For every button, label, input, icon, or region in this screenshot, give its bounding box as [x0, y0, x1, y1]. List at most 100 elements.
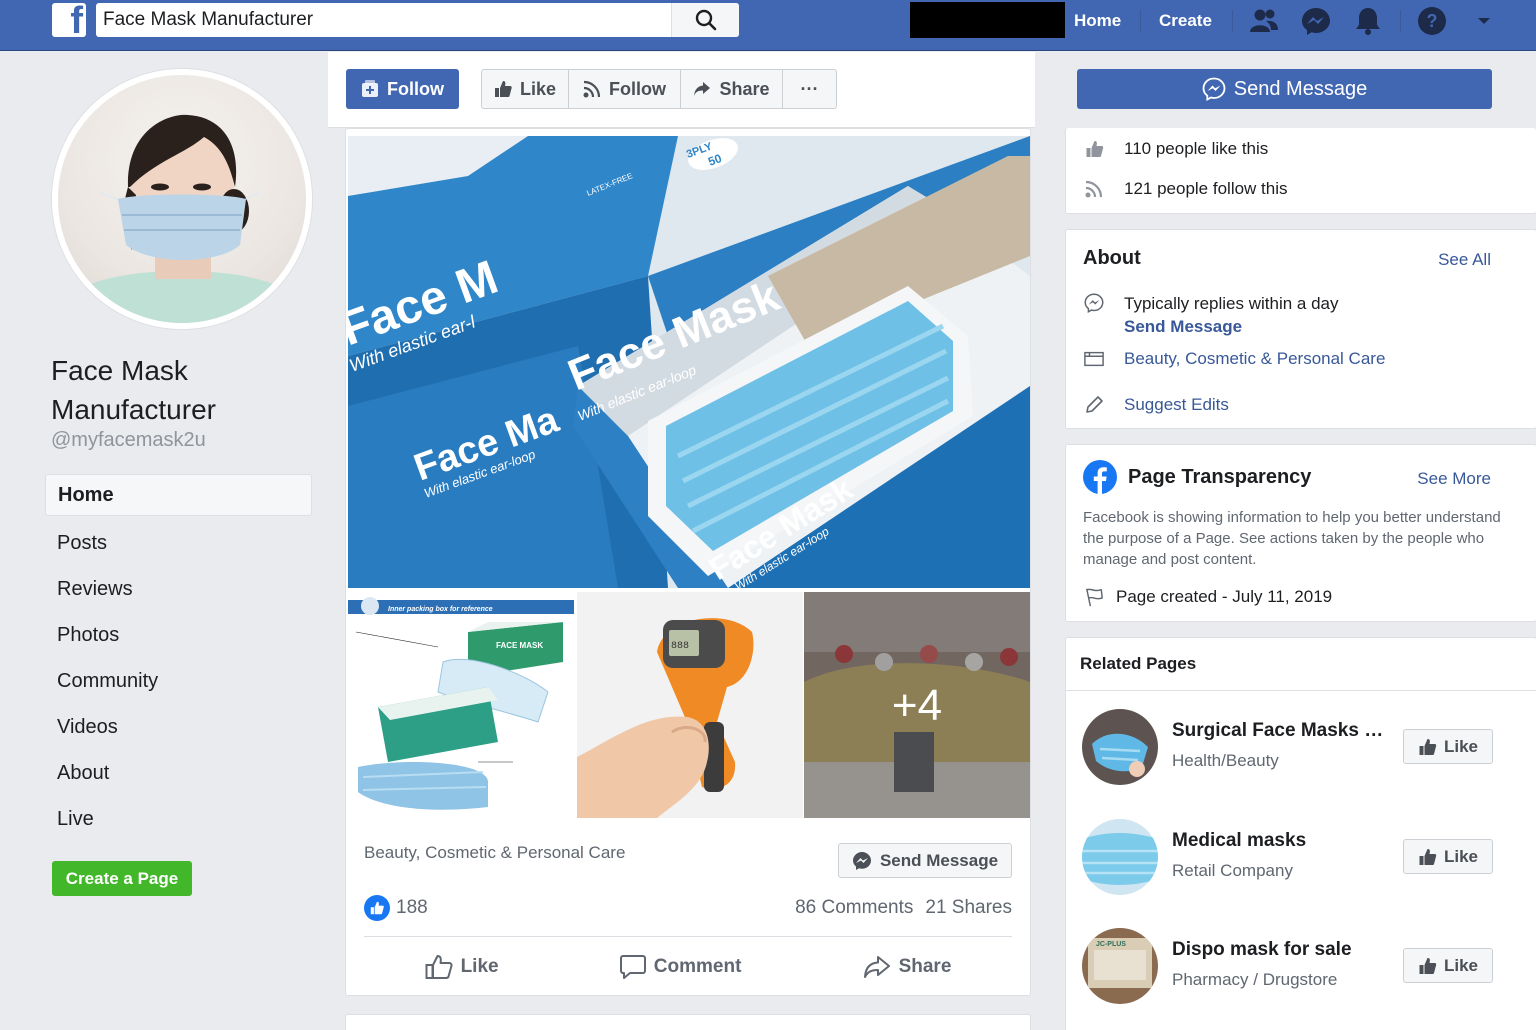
page-actions-group: Like Follow Share ··· [481, 69, 837, 109]
related-page-name[interactable]: Surgical Face Masks Ma... [1172, 720, 1398, 742]
post-card: Face Mask With elastic ear-loop Face M W… [345, 128, 1031, 996]
category-row: Beauty, Cosmetic & Personal Care [1084, 349, 1385, 369]
post-share-label: Share [898, 956, 952, 977]
related-page-item[interactable]: Medical masks Retail Company Like [1082, 819, 1522, 895]
messenger-icon[interactable] [1299, 4, 1333, 38]
post-divider [364, 936, 1012, 937]
page-side-navigation: Home Posts Reviews Photos Community Vide… [45, 474, 312, 842]
suggest-edits-link[interactable]: Suggest Edits [1124, 395, 1229, 415]
share-page-button[interactable]: Share [681, 70, 783, 108]
post-photo-thumbnail-thermometer[interactable]: 888 [577, 592, 803, 818]
search-box [96, 3, 739, 37]
related-page-like-button[interactable]: Like [1403, 948, 1493, 983]
related-page-avatar[interactable]: JC-PLUS [1082, 928, 1158, 1004]
packing-banner-text: Inner packing box for reference [388, 606, 493, 613]
transparency-description: Facebook is showing information to help … [1083, 509, 1501, 568]
category-link[interactable]: Beauty, Cosmetic & Personal Care [1124, 349, 1385, 369]
factory-workers-illustration: +4 [804, 592, 1030, 818]
post-like-button[interactable]: Like [425, 954, 499, 980]
side-nav-live[interactable]: Live [45, 796, 312, 842]
facebook-logo-icon[interactable]: f [52, 3, 86, 37]
send-message-button[interactable]: Send Message [1077, 69, 1492, 109]
follow-primary-label: Follow [387, 78, 444, 99]
reactions-summary[interactable]: 188 [364, 895, 428, 921]
follows-summary-text[interactable]: 121 people follow this [1124, 179, 1288, 199]
account-menu-chevron-icon[interactable] [1467, 4, 1501, 38]
help-icon[interactable]: ? [1415, 4, 1449, 38]
related-page-name[interactable]: Medical masks [1172, 830, 1398, 852]
related-page-item[interactable]: Surgical Face Masks Ma... Health/Beauty … [1082, 709, 1522, 785]
about-see-all-link[interactable]: See All [1438, 250, 1491, 270]
like-page-button[interactable]: Like [482, 70, 569, 108]
rss-follow-icon [1084, 180, 1104, 198]
post-category-label[interactable]: Beauty, Cosmetic & Personal Care [364, 843, 625, 863]
related-pages-card: Related Pages Surgical Face Masks Ma... … [1065, 637, 1536, 1030]
nav-divider [1232, 10, 1233, 32]
page-username[interactable]: @myfacemask2u [51, 429, 206, 452]
redacted-profile-area [910, 2, 1065, 38]
flag-icon [1084, 586, 1104, 608]
thumbs-up-icon [1419, 848, 1437, 865]
post-engagement-stats: 86 Comments 21 Shares [795, 897, 1012, 919]
about-send-message-link[interactable]: Send Message [1124, 317, 1242, 336]
side-nav-home[interactable]: Home [45, 474, 312, 516]
side-nav-videos[interactable]: Videos [45, 704, 312, 750]
page-transparency-card: Page Transparency See More Facebook is s… [1065, 444, 1536, 622]
transparency-see-more-link[interactable]: See More [1417, 469, 1491, 489]
response-time-row: Typically replies within a day Send Mess… [1084, 292, 1338, 338]
follow-primary-button[interactable]: Follow [346, 69, 459, 109]
post-send-message-button[interactable]: Send Message [838, 843, 1012, 878]
post-photo-thumbnail-packing[interactable]: Inner packing box for reference FACE MAS… [348, 592, 574, 818]
create-page-button[interactable]: Create a Page [52, 861, 192, 896]
nav-home-link[interactable]: Home [1074, 11, 1121, 31]
thumbs-up-icon [494, 81, 512, 97]
share-arrow-outline-icon [863, 956, 890, 978]
side-nav-about[interactable]: About [45, 750, 312, 796]
like-page-label: Like [519, 78, 557, 99]
post-share-button[interactable]: Share [863, 955, 952, 979]
related-page-avatar[interactable] [1082, 709, 1158, 785]
svg-text:?: ? [1427, 11, 1438, 31]
post-comment-label: Comment [653, 956, 742, 977]
post-photo-thumbnail-factory[interactable]: +4 [804, 592, 1030, 818]
side-nav-reviews[interactable]: Reviews [45, 566, 312, 612]
side-nav-photos[interactable]: Photos [45, 612, 312, 658]
messenger-outline-icon [1084, 292, 1104, 314]
like-count-value: 188 [396, 897, 428, 918]
related-pages-divider [1066, 690, 1536, 691]
nav-divider [1140, 10, 1141, 32]
pencil-icon [1084, 395, 1104, 415]
post-main-photo[interactable]: Face Mask With elastic ear-loop Face M W… [348, 136, 1030, 588]
post-comment-button[interactable]: Comment [619, 954, 742, 980]
friend-requests-icon[interactable] [1247, 4, 1281, 38]
follow-label: Follow [609, 78, 666, 99]
more-options-ellipsis-icon: ··· [800, 78, 819, 99]
notifications-bell-icon[interactable] [1351, 4, 1385, 38]
messenger-icon [852, 851, 871, 870]
packing-box-label: FACE MASK [496, 641, 543, 650]
comments-count[interactable]: 86 Comments [795, 897, 913, 919]
likes-summary-row: 110 people like this [1084, 139, 1268, 159]
follows-summary-row: 121 people follow this [1084, 179, 1288, 199]
about-card: About See All Typically replies within a… [1065, 229, 1536, 429]
related-page-item[interactable]: JC-PLUS Dispo mask for sale Pharmacy / D… [1082, 928, 1522, 1004]
nav-create-link[interactable]: Create [1159, 11, 1212, 31]
related-page-avatar[interactable] [1082, 819, 1158, 895]
side-nav-community[interactable]: Community [45, 658, 312, 704]
side-nav-posts[interactable]: Posts [45, 520, 312, 566]
profile-picture[interactable] [52, 69, 312, 329]
search-button[interactable] [671, 3, 739, 37]
follow-button[interactable]: Follow [569, 70, 681, 108]
follow-plus-icon [362, 80, 378, 97]
related-page-name[interactable]: Dispo mask for sale [1172, 939, 1398, 961]
page-created-text: Page created - July 11, 2019 [1116, 587, 1333, 606]
messenger-icon [1202, 77, 1226, 101]
search-input[interactable] [96, 3, 672, 37]
more-options-button[interactable]: ··· [783, 70, 836, 108]
shares-count[interactable]: 21 Shares [925, 897, 1012, 919]
related-like-label: Like [1443, 846, 1479, 866]
related-page-like-button[interactable]: Like [1403, 729, 1493, 764]
related-page-like-button[interactable]: Like [1403, 839, 1493, 874]
thumbs-up-icon [1419, 957, 1437, 974]
likes-summary-text[interactable]: 110 people like this [1124, 139, 1268, 159]
